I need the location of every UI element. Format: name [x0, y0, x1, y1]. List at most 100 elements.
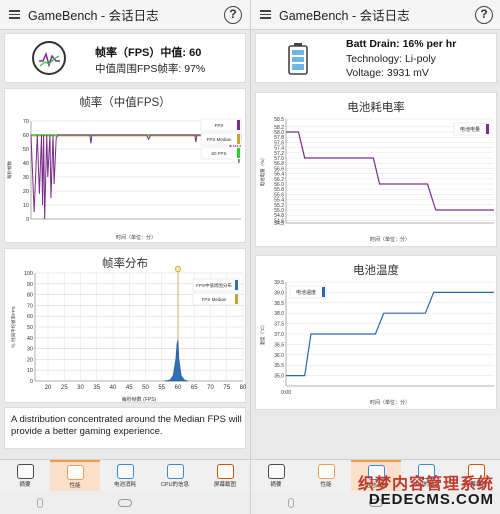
- screenshot-icon: [216, 463, 234, 479]
- menu-icon[interactable]: [0, 0, 28, 30]
- battery-voltage-text: Voltage: 3931 mV: [346, 67, 429, 79]
- nav-tab-0[interactable]: 摘要: [0, 460, 50, 491]
- legend-label: FPS中值周围分布: [196, 282, 232, 289]
- nav-tab-1[interactable]: 性能: [301, 460, 351, 491]
- battery-temperature-card: 电池温度 35.0 35.5 36.0 36.5 37.0 37.5 38.0 38.5 39.…: [255, 255, 497, 410]
- y-axis-label: 每秒帧数: [6, 161, 13, 179]
- nav-tab-label: 电池消耗: [113, 481, 136, 488]
- fps-summary-card: 帧率（FPS）中值: 60 中值周围FPS帧率: 97%: [4, 33, 246, 83]
- y-axis-label: ％ 时间平均帧率FPS: [10, 306, 17, 348]
- note-card: A distribution concentrated around the M…: [4, 407, 246, 449]
- x-tick-label: 45: [126, 385, 133, 391]
- y-tick-label: 58.2: [274, 125, 284, 131]
- y-tick-label: 30: [23, 175, 29, 181]
- x-tick-label: 75: [223, 385, 230, 391]
- legend-swatch: [235, 294, 238, 304]
- legend-swatch: [237, 120, 240, 130]
- app-title: GameBench - 会话日志: [279, 9, 410, 23]
- y-tick-label: 90: [27, 282, 33, 288]
- y-tick-label: 35.0: [274, 374, 284, 380]
- battery-drain-card: 电池耗电率 54.5 54.6 54.8 55.0 55.2 55.4 55.6 55.8 56…: [255, 92, 497, 247]
- x-tick-label: 20: [45, 385, 52, 391]
- x-tick-label: 40: [110, 385, 117, 391]
- x-axis-label: 时间（单位：分）: [370, 236, 410, 243]
- y-tick-label: 57.2: [274, 151, 284, 157]
- y-tick-label: 40: [23, 161, 29, 167]
- y-tick-label: 36.0: [274, 353, 284, 359]
- x-tick-label: 50: [142, 385, 149, 391]
- battery-icon: [116, 463, 134, 479]
- y-tick-label: 50: [23, 147, 29, 153]
- x-tick-label: 30: [77, 385, 84, 391]
- y-tick-label: 20: [27, 357, 33, 363]
- x-axis-label: 每秒帧数 (FPS): [122, 396, 157, 403]
- legend-swatch: [237, 148, 240, 158]
- menu-icon[interactable]: [251, 0, 279, 30]
- y-tick-label: 10: [23, 203, 29, 209]
- nav-tab-label: CPU的信息: [160, 481, 190, 488]
- y-tick-label: 57.6: [274, 140, 284, 146]
- nav-tab-label: 性能: [320, 481, 332, 488]
- y-tick-label: 38.5: [274, 301, 284, 307]
- battery-drain-chart: 54.554.654.855.055.255.455.655.856.056.2…: [259, 117, 494, 243]
- x-axis-label: 时间（单位：分）: [370, 399, 410, 406]
- help-icon[interactable]: ?: [475, 5, 493, 24]
- y-tick-label: 30: [27, 347, 33, 353]
- y-tick-label: 58.5: [274, 117, 284, 123]
- y-tick-label: 20: [23, 189, 29, 195]
- median-marker: [174, 265, 182, 273]
- mic-icon[interactable]: [288, 497, 295, 508]
- nav-tab-2[interactable]: 电池消耗: [100, 460, 150, 491]
- mic-icon[interactable]: [37, 497, 44, 508]
- app-bar: GameBench - 会话日志 ?: [251, 0, 500, 30]
- y-tick-label: 39.5: [274, 280, 284, 286]
- y-tick-label: 35.5: [274, 363, 284, 369]
- y-tick-label: 60: [27, 314, 33, 320]
- nav-tab-label: 屏幕截图: [213, 481, 236, 488]
- x-tick-label: 35: [93, 385, 100, 391]
- nav-tab-label: 性能: [69, 482, 81, 489]
- y-tick-label: 80: [27, 293, 33, 299]
- help-icon[interactable]: ?: [224, 5, 242, 24]
- y-tick-label: 36.5: [274, 342, 284, 348]
- fps-chart: 0 10 20 30 40 50 60 70 每秒帧数时间（单位：分） FPS FPS Median…: [6, 118, 242, 241]
- x-tick-label: 65: [191, 385, 198, 391]
- legend-label: 电池电量: [460, 126, 480, 133]
- y-tick-label: 38.0: [274, 311, 284, 317]
- legend-swatch: [486, 124, 489, 134]
- battery-level-line: [286, 131, 494, 211]
- nav-tab-label: 摘要: [19, 481, 31, 488]
- legend-label: 电池温度: [296, 289, 316, 296]
- battery-technology-text: Technology: Li-poly: [346, 53, 436, 65]
- legend-swatch: [322, 287, 325, 297]
- y-tick-label: 57.8: [274, 135, 284, 141]
- nav-tab-3[interactable]: CPU的信息: [150, 460, 200, 491]
- nav-tab-4[interactable]: 屏幕截图: [200, 460, 250, 491]
- app-bar: GameBench - 会话日志 ?: [0, 0, 250, 30]
- y-tick-label: 50: [27, 325, 33, 331]
- home-button[interactable]: [117, 498, 132, 507]
- y-tick-label: 56.2: [274, 177, 284, 183]
- distribution-note: A distribution concentrated around the M…: [11, 414, 242, 437]
- nav-tab-0[interactable]: 摘要: [251, 460, 301, 491]
- battery-temperature-chart: 35.0 35.5 36.0 36.5 37.0 37.5 38.0 38.5 39.0 39.5…: [259, 280, 494, 406]
- y-tick-label: 54.8: [274, 213, 284, 219]
- nav-tab-label: 摘要: [270, 481, 282, 488]
- y-tick-label: 56.0: [274, 182, 284, 188]
- y-tick-label: 54.6: [274, 218, 284, 224]
- legend-swatch: [235, 280, 238, 290]
- battery-drain-text: Batt Drain: 16% per hr: [346, 38, 457, 50]
- y-tick-label: 37.0: [274, 332, 284, 338]
- nav-tab-1[interactable]: 性能: [50, 460, 100, 491]
- y-tick-label: 37.5: [274, 322, 284, 328]
- performance-icon: [66, 464, 84, 480]
- battery-icon: [288, 43, 308, 75]
- fps-median-text: 帧率（FPS）中值: 60: [95, 47, 202, 59]
- legend-label: FPS: [215, 123, 224, 128]
- y-tick-label: 56.4: [274, 172, 284, 178]
- y-tick-label: 57.4: [274, 146, 284, 152]
- y-tick-label: 100: [24, 271, 33, 277]
- fps-distribution-card: 帧率分布 0 10 20 30 40 50 60 70 80 90 100 ％ 时间平均帧率FPS 每秒…: [4, 248, 247, 403]
- x-axis-label: 时间（单位：分）: [116, 234, 156, 241]
- performance-icon: [317, 463, 335, 479]
